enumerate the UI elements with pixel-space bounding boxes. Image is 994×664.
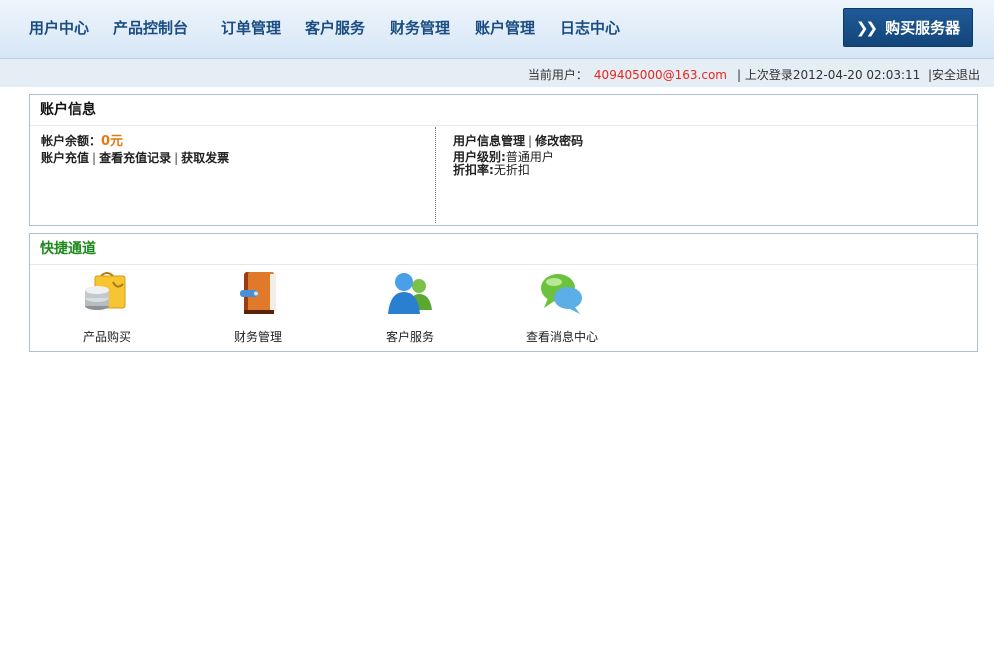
account-info-title: 账户信息 <box>30 95 977 126</box>
shopping-bag-icon <box>85 272 126 310</box>
recharge-link[interactable]: 账户充值 <box>41 151 89 165</box>
quick-access-title: 快捷通道 <box>30 234 977 265</box>
last-login-info: | 上次登录2012-04-20 02:03:11 <box>736 68 921 82</box>
chat-bubbles-icon <box>541 274 582 314</box>
nav-user-center[interactable]: 用户中心 <box>29 17 89 38</box>
account-links: 账户充值 | 查看充值记录 | 获取发票 <box>41 150 436 166</box>
quick-product-purchase[interactable]: 产品购买 <box>52 270 162 345</box>
balance-value: 0元 <box>101 134 124 149</box>
login-status: 当前用户： 409405000@163.com | 上次登录2012-04-20 0… <box>528 66 980 83</box>
user-info-management-link[interactable]: 用户信息管理 <box>453 134 525 148</box>
status-separator: | <box>924 68 932 82</box>
quick-access-panel: 快捷通道 产品购买 财务管理 客户服务 查看消息中心 <box>29 233 978 352</box>
quick-item-label: 财务管理 <box>233 330 282 344</box>
double-chevron-right-icon: ❯❯ <box>855 18 878 37</box>
buy-server-button[interactable]: ❯❯ 购买服务器 <box>843 8 973 47</box>
quick-customer-service[interactable]: 客户服务 <box>355 270 465 345</box>
status-bar: 当前用户： 409405000@163.com | 上次登录2012-04-20 0… <box>0 59 994 87</box>
change-password-link[interactable]: 修改密码 <box>535 134 583 148</box>
nav-log-center[interactable]: 日志中心 <box>560 17 620 38</box>
nav-product-console[interactable]: 产品控制台 <box>113 17 188 38</box>
nav-finance-management[interactable]: 财务管理 <box>390 17 450 38</box>
quick-item-label: 客户服务 <box>385 330 434 344</box>
link-separator: | <box>528 134 533 148</box>
ledger-book-icon <box>240 272 276 314</box>
link-separator: | <box>92 151 97 165</box>
nav-customer-service[interactable]: 客户服务 <box>305 17 365 38</box>
link-separator: | <box>174 151 179 165</box>
quick-finance-management[interactable]: 财务管理 <box>203 270 313 345</box>
quick-message-center[interactable]: 查看消息中心 <box>507 270 617 345</box>
balance-label: 帐户余额： <box>41 134 102 148</box>
discount-value: 无折扣 <box>493 163 530 177</box>
account-balance-column: 帐户余额：0元 账户充值 | 查看充值记录 | 获取发票 <box>41 133 436 225</box>
user-level-label: 用户级别: <box>453 150 506 164</box>
discount-line: 折扣率:无折扣 <box>453 164 953 177</box>
users-icon <box>388 273 432 314</box>
nav-order-management[interactable]: 订单管理 <box>221 17 281 38</box>
balance-line: 帐户余额：0元 <box>41 133 436 150</box>
discount-label: 折扣率: <box>453 163 494 177</box>
user-info-column: 用户信息管理 | 修改密码 用户级别:普通用户 折扣率:无折扣 <box>453 133 953 177</box>
logout-link[interactable]: 安全退出 <box>932 68 980 82</box>
nav-account-management[interactable]: 账户管理 <box>475 17 535 38</box>
current-user-label: 当前用户： <box>527 68 588 82</box>
user-links: 用户信息管理 | 修改密码 <box>453 133 953 149</box>
account-info-panel: 账户信息 帐户余额：0元 账户充值 | 查看充值记录 | 获取发票 用户信息管理 | 修改密… <box>29 94 978 226</box>
top-nav-bar: 用户中心 产品控制台 订单管理 客户服务 财务管理 账户管理 日志中心 ❯❯ 购… <box>0 0 994 59</box>
quick-item-label: 查看消息中心 <box>525 330 598 344</box>
current-user-email: 409405000@163.com <box>593 68 727 82</box>
recharge-history-link[interactable]: 查看充值记录 <box>99 151 171 165</box>
user-level-value: 普通用户 <box>505 150 554 164</box>
buy-server-label: 购买服务器 <box>885 19 961 37</box>
quick-item-label: 产品购买 <box>82 330 131 344</box>
column-divider <box>435 127 436 223</box>
get-invoice-link[interactable]: 获取发票 <box>181 151 229 165</box>
